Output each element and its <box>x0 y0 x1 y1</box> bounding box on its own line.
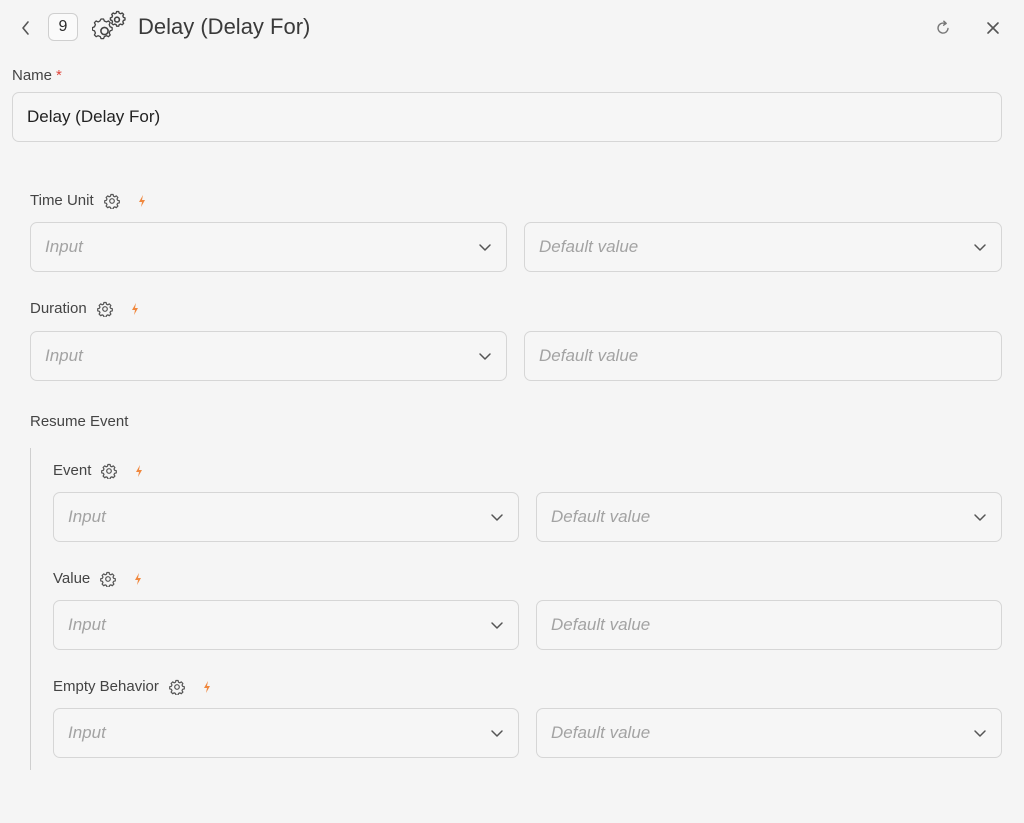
value-label-row: Value <box>53 570 144 587</box>
event-input-select[interactable]: Input <box>53 492 519 542</box>
event-default-select[interactable]: Default value <box>536 492 1002 542</box>
value-label: Value <box>53 570 91 587</box>
node-settings-panel: 9 Delay (Delay For) Name * Delay (Delay … <box>0 0 1024 823</box>
empty-behavior-input-placeholder: Input <box>68 723 106 742</box>
section-divider <box>30 448 31 770</box>
gear-icon[interactable] <box>101 463 118 479</box>
gear-icon[interactable] <box>96 301 113 317</box>
value-default-field[interactable]: Default value <box>536 600 1002 650</box>
gear-icon[interactable] <box>168 679 185 695</box>
time-unit-input-placeholder: Input <box>45 237 83 256</box>
bolt-icon[interactable] <box>132 572 144 586</box>
time-unit-label: Time Unit <box>30 192 94 209</box>
empty-behavior-default-select[interactable]: Default value <box>536 708 1002 758</box>
value-input-placeholder: Input <box>68 615 106 634</box>
required-mark: * <box>56 67 62 84</box>
chevron-down-icon <box>974 514 986 521</box>
value-input-select[interactable]: Input <box>53 600 519 650</box>
gear-icon[interactable] <box>103 193 120 209</box>
event-label-row: Event <box>53 462 145 479</box>
chevron-down-icon <box>974 730 986 737</box>
time-unit-default-select[interactable]: Default value <box>524 222 1002 272</box>
resume-event-section-title: Resume Event <box>30 413 129 430</box>
event-input-placeholder: Input <box>68 507 106 526</box>
empty-behavior-default-placeholder: Default value <box>551 723 651 742</box>
chevron-down-icon <box>491 622 503 629</box>
chevron-down-icon <box>491 730 503 737</box>
chevron-left-icon <box>22 21 29 35</box>
name-input[interactable] <box>12 92 1002 142</box>
time-unit-label-row: Time Unit <box>30 192 148 209</box>
back-button[interactable] <box>14 16 38 40</box>
reload-icon <box>937 20 949 34</box>
bolt-icon[interactable] <box>136 194 148 208</box>
page-title: Delay (Delay For) <box>138 14 311 39</box>
chevron-down-icon <box>479 244 491 251</box>
close-button[interactable] <box>981 16 1005 40</box>
time-unit-default-placeholder: Default value <box>539 237 639 256</box>
duration-label-row: Duration <box>30 300 141 317</box>
time-unit-input-select[interactable]: Input <box>30 222 507 272</box>
panel-header: 9 Delay (Delay For) <box>0 0 1024 56</box>
close-icon <box>987 22 999 34</box>
name-label-text: Name <box>12 67 53 84</box>
reload-button[interactable] <box>932 17 954 39</box>
chevron-down-icon <box>479 353 491 360</box>
empty-behavior-label-row: Empty Behavior <box>53 678 213 695</box>
bolt-icon[interactable] <box>129 302 141 316</box>
duration-label: Duration <box>30 300 87 317</box>
event-label: Event <box>53 462 92 479</box>
duration-default-placeholder: Default value <box>539 346 639 365</box>
chevron-down-icon <box>974 244 986 251</box>
name-label: Name * <box>12 67 62 84</box>
event-default-placeholder: Default value <box>551 507 651 526</box>
empty-behavior-input-select[interactable]: Input <box>53 708 519 758</box>
gears-icon <box>92 10 126 40</box>
duration-input-select[interactable]: Input <box>30 331 507 381</box>
bolt-icon[interactable] <box>133 464 145 478</box>
gear-icon[interactable] <box>100 571 117 587</box>
duration-default-field[interactable]: Default value <box>524 331 1002 381</box>
empty-behavior-label: Empty Behavior <box>53 678 159 695</box>
bolt-icon[interactable] <box>201 680 213 694</box>
duration-input-placeholder: Input <box>45 346 83 365</box>
chevron-down-icon <box>491 514 503 521</box>
value-default-placeholder: Default value <box>551 615 651 634</box>
step-number-badge: 9 <box>48 13 78 41</box>
